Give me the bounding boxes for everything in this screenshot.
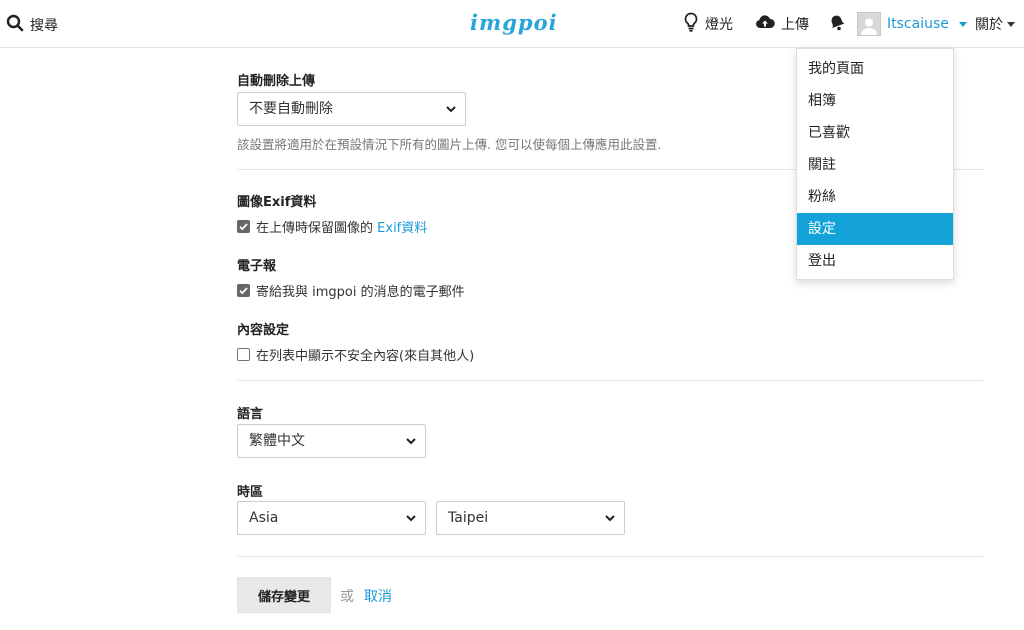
user-menu-toggle[interactable]: Itscaiuse (857, 0, 967, 48)
unsafe-content-option[interactable]: 在列表中顯示不安全內容(來自其他人) (237, 345, 474, 364)
newsletter-option[interactable]: 寄給我與 imgpoi 的消息的電子郵件 (237, 281, 465, 300)
timezone-region-select[interactable]: Asia (237, 501, 426, 535)
chevron-down-icon (446, 106, 456, 113)
timezone-region-value: Asia (249, 510, 279, 526)
save-button[interactable]: 儲存變更 (237, 577, 331, 613)
divider (237, 556, 983, 557)
user-dropdown-menu: 我的頁面 相簿 已喜歡 關註 粉絲 設定 登出 (796, 48, 954, 280)
lightbulb-icon (683, 12, 699, 36)
bell-icon (828, 13, 846, 35)
upload-link[interactable]: 上傳 (755, 0, 809, 48)
menu-item-liked[interactable]: 已喜歡 (797, 117, 953, 149)
auto-delete-help: 該設置將適用於在預設情況下所有的圖片上傳. 您可以使每個上傳應用此設置. (237, 137, 662, 152)
newsletter-checkbox-text: 寄給我與 imgpoi 的消息的電子郵件 (256, 285, 465, 300)
search-icon (6, 14, 24, 36)
menu-item-logout[interactable]: 登出 (797, 245, 953, 277)
exif-option[interactable]: 在上傳時保留圖像的 Exif資料 (237, 217, 427, 236)
notifications-button[interactable] (828, 0, 846, 48)
menu-item-my-page[interactable]: 我的頁面 (797, 53, 953, 85)
chevron-down-icon (605, 515, 615, 522)
light-toggle[interactable]: 燈光 (683, 0, 733, 48)
avatar (857, 12, 881, 36)
menu-item-albums[interactable]: 相簿 (797, 85, 953, 117)
cloud-upload-icon (755, 14, 775, 34)
timezone-city-value: Taipei (448, 510, 489, 526)
language-label: 語言 (237, 407, 264, 422)
site-logo[interactable]: imgpoi (470, 10, 558, 35)
auto-delete-value: 不要自動刪除 (249, 101, 333, 117)
check-icon (239, 287, 248, 295)
exif-checkbox-text: 在上傳時保留圖像的 Exif資料 (256, 221, 428, 236)
newsletter-label: 電子報 (237, 259, 277, 274)
language-select[interactable]: 繁體中文 (237, 424, 426, 458)
caret-down-icon (958, 21, 967, 27)
menu-item-following[interactable]: 關註 (797, 149, 953, 181)
menu-item-followers[interactable]: 粉絲 (797, 181, 953, 213)
menu-item-settings[interactable]: 設定 (797, 213, 953, 245)
chevron-down-icon (406, 515, 416, 522)
exif-checkbox[interactable] (237, 220, 250, 233)
search-label: 搜尋 (30, 18, 58, 34)
search-link[interactable]: 搜尋 (6, 14, 58, 36)
exif-label: 圖像Exif資料 (237, 195, 317, 210)
about-label: 關於 (975, 17, 1003, 33)
caret-down-icon (1007, 21, 1015, 27)
auto-delete-label: 自動刪除上傳 (237, 74, 316, 89)
timezone-city-select[interactable]: Taipei (436, 501, 625, 535)
check-icon (239, 223, 248, 231)
language-value: 繁體中文 (249, 433, 305, 449)
unsafe-content-checkbox-text: 在列表中顯示不安全內容(來自其他人) (256, 349, 475, 364)
chevron-down-icon (406, 438, 416, 445)
content-settings-label: 內容設定 (237, 323, 290, 338)
upload-label: 上傳 (781, 17, 809, 33)
exif-link[interactable]: Exif資料 (377, 221, 427, 236)
divider (237, 380, 983, 381)
or-text: 或 (340, 589, 354, 605)
unsafe-content-checkbox[interactable] (237, 348, 250, 361)
newsletter-checkbox[interactable] (237, 284, 250, 297)
auto-delete-select[interactable]: 不要自動刪除 (237, 92, 466, 126)
username: Itscaiuse (887, 16, 949, 32)
light-label: 燈光 (705, 17, 733, 33)
top-navbar: 搜尋 imgpoi 燈光 上傳 Itscaiuse 關於 (0, 0, 1024, 48)
cancel-link[interactable]: 取消 (364, 586, 392, 606)
timezone-label: 時區 (237, 485, 264, 500)
about-menu-toggle[interactable]: 關於 (975, 0, 1015, 48)
